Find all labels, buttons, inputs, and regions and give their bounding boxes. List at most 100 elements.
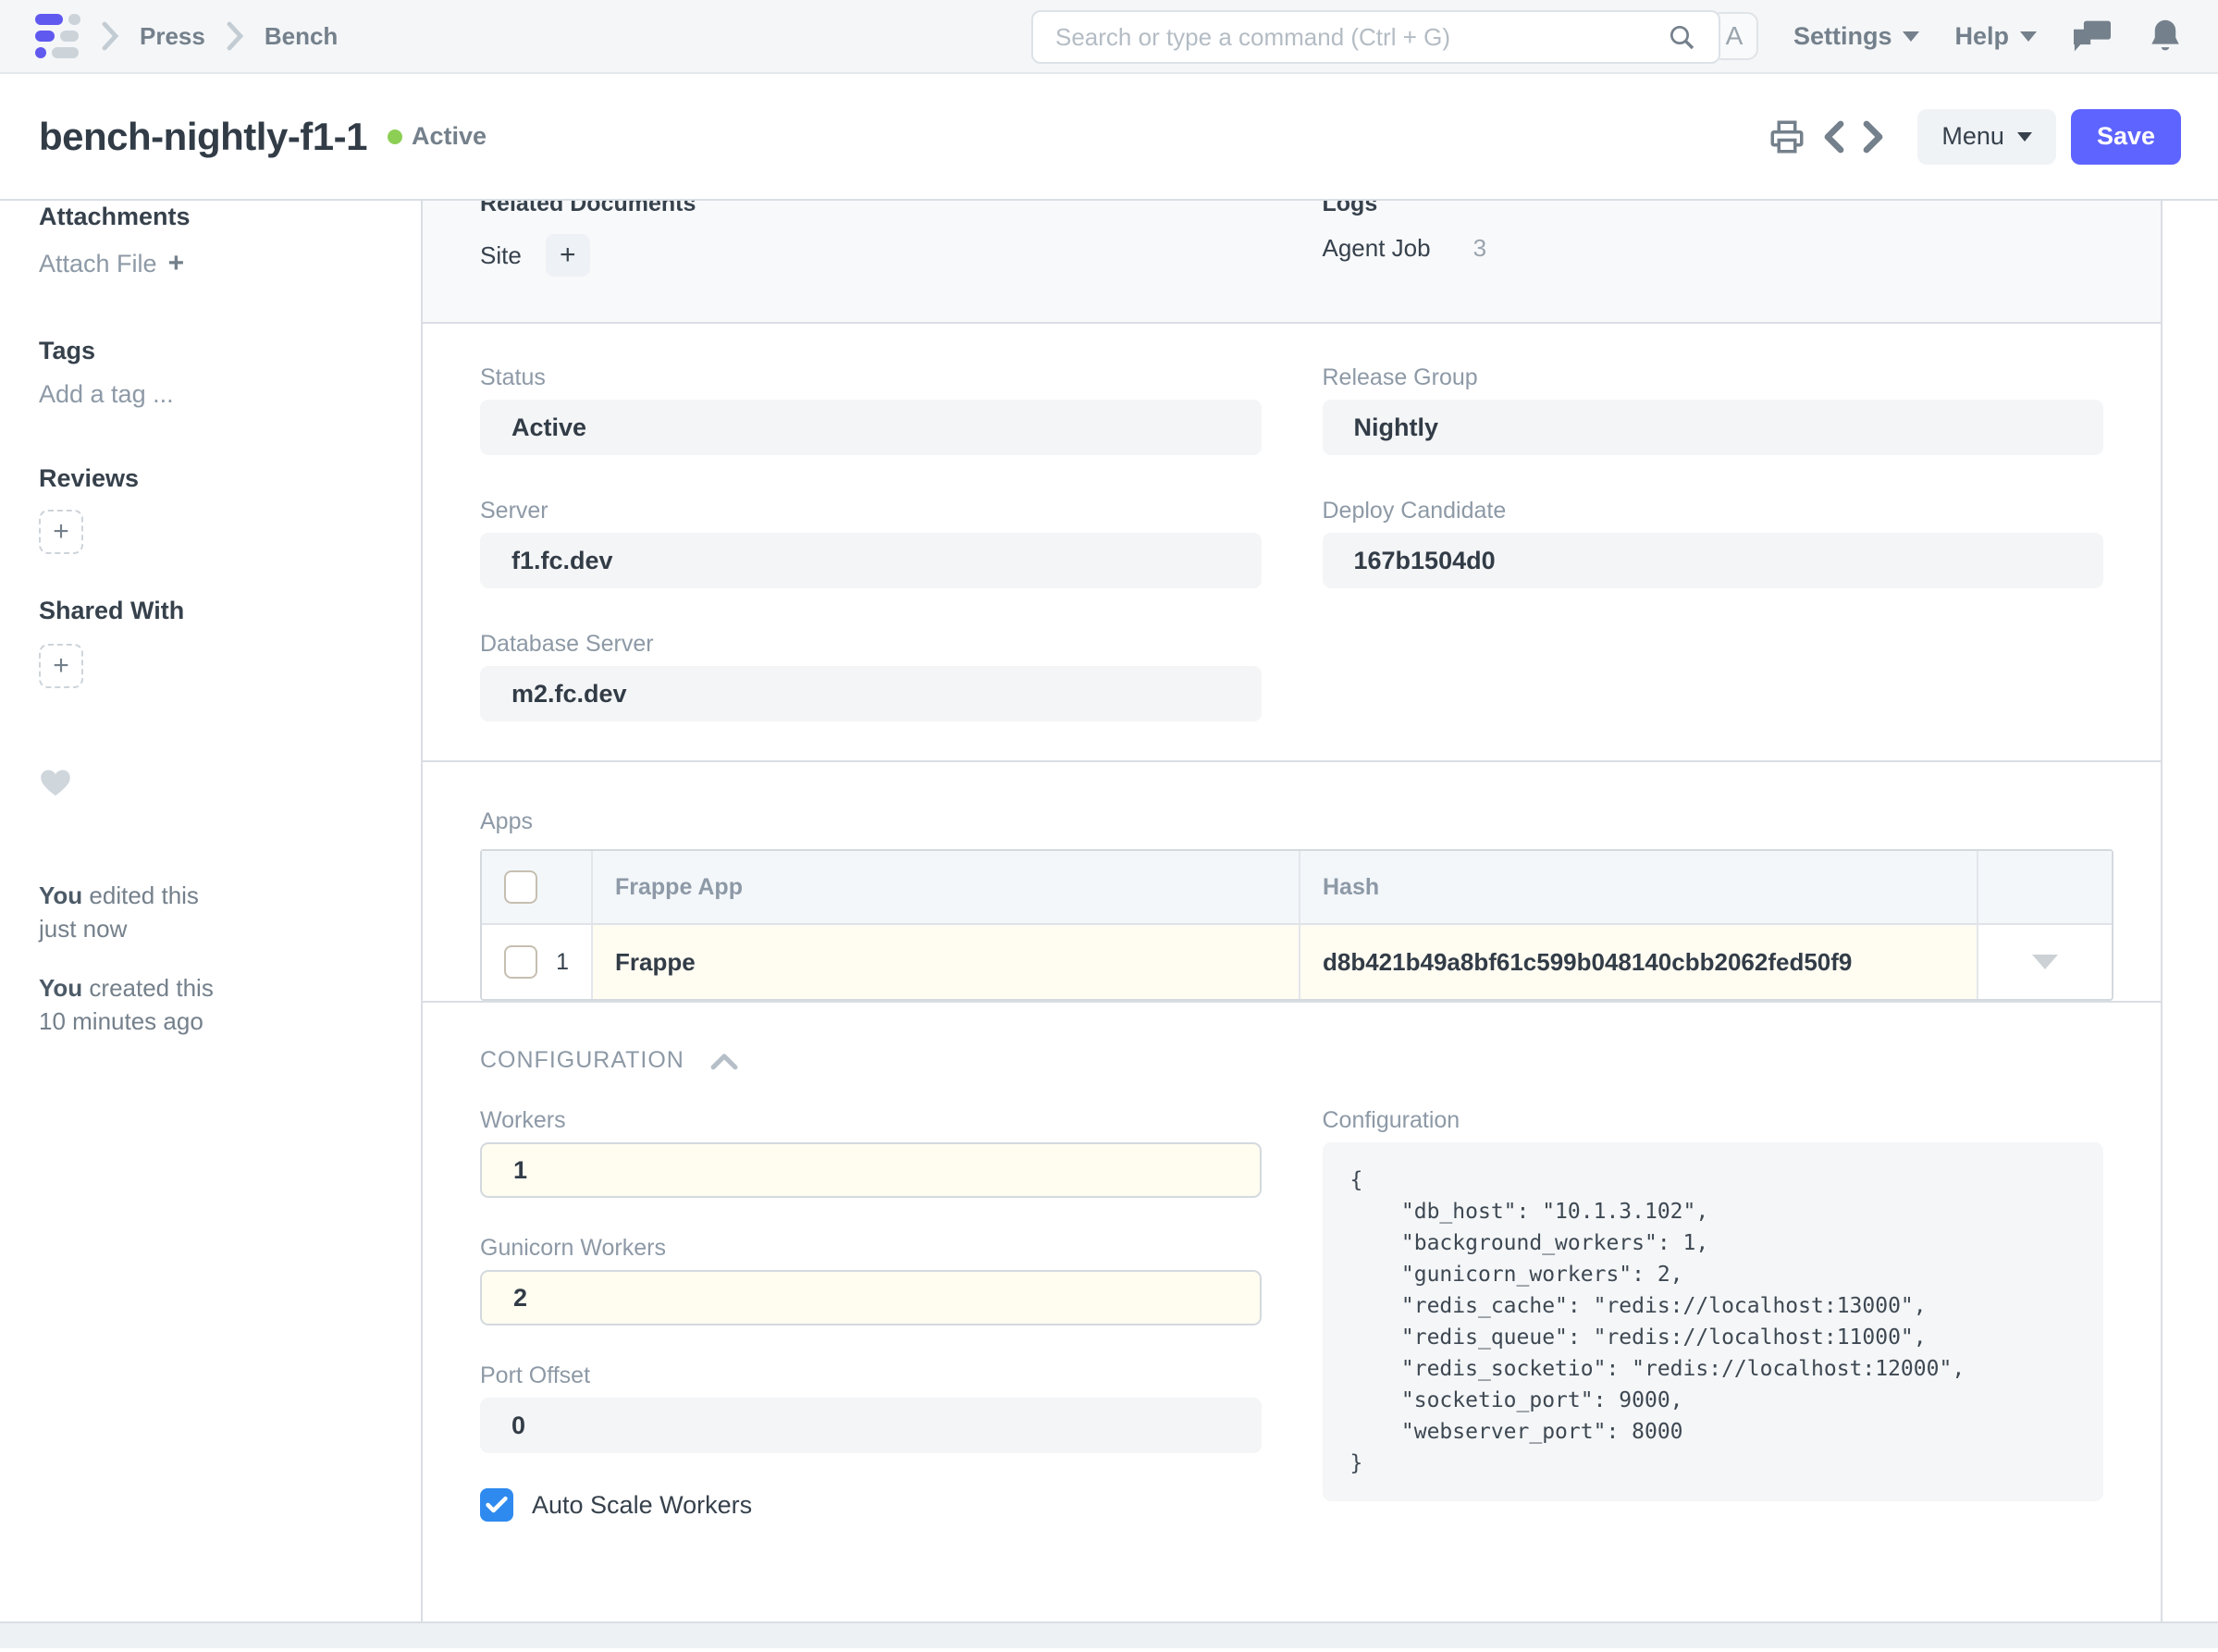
- row-index: 1: [556, 949, 569, 976]
- auto-scale-workers-label: Auto Scale Workers: [532, 1491, 752, 1520]
- reviews-title: Reviews: [39, 464, 393, 493]
- agent-job-count: 3: [1473, 234, 1486, 263]
- server-field: Server f1.fc.dev: [480, 498, 1262, 588]
- settings-menu[interactable]: Settings: [1793, 22, 1920, 51]
- deploy-candidate-field: Deploy Candidate 167b1504d0: [1323, 498, 2104, 588]
- global-search-input[interactable]: Search or type a command (Ctrl + G): [1031, 10, 1720, 64]
- like-button[interactable]: [39, 768, 72, 797]
- apps-table-header: Frappe App Hash: [482, 851, 2112, 925]
- document-sidebar: Attachments Attach File + Tags Add a tag…: [0, 201, 421, 1621]
- configuration-section-toggle[interactable]: CONFIGURATION: [480, 1047, 2103, 1074]
- frappe-app-cell[interactable]: Frappe: [593, 925, 1300, 999]
- related-documents-title: Related Documents: [480, 201, 1262, 217]
- edited-who: You: [39, 881, 82, 909]
- release-group-field-label: Release Group: [1323, 364, 2104, 390]
- logo-bar: [68, 14, 80, 25]
- status-dot-icon: [388, 129, 402, 144]
- add-share-button[interactable]: +: [39, 644, 83, 688]
- gunicorn-workers-input[interactable]: 2: [480, 1270, 1262, 1325]
- logo-bar: [35, 14, 63, 25]
- status-field: Status Active: [480, 364, 1262, 455]
- plus-icon: +: [560, 240, 576, 271]
- logs-title: Logs: [1323, 201, 2104, 217]
- row-expand-cell: [1978, 925, 2112, 999]
- auto-scale-workers-checkbox[interactable]: [480, 1488, 513, 1522]
- chevron-down-icon: [2017, 132, 2032, 142]
- search-placeholder: Search or type a command (Ctrl + G): [1055, 23, 1667, 52]
- frappe-app-column-header: Frappe App: [593, 851, 1300, 923]
- attach-file-label: Attach File: [39, 250, 157, 278]
- app-logo[interactable]: [35, 14, 80, 58]
- save-button[interactable]: Save: [2071, 109, 2181, 165]
- details-section: Status Active Server f1.fc.dev Database …: [423, 324, 2161, 762]
- page-bottom-strip: [0, 1623, 2218, 1648]
- print-button[interactable]: [1768, 117, 1806, 156]
- right-gutter: [2163, 201, 2218, 1621]
- apps-section: Apps Frappe App Hash 1 Frappe d8b: [423, 762, 2161, 1003]
- row-checkbox[interactable]: [504, 945, 537, 979]
- checkmark-icon: [486, 1496, 508, 1514]
- attach-file-link[interactable]: Attach File +: [39, 248, 184, 279]
- header-checkbox-cell: [482, 851, 593, 923]
- chevron-left-icon: [1819, 118, 1847, 155]
- agent-job-link[interactable]: Agent Job: [1323, 234, 1431, 263]
- menu-button-label: Menu: [1941, 122, 2004, 151]
- plus-icon: +: [168, 248, 185, 279]
- top-navbar: Press Bench Search or type a command (Ct…: [0, 0, 2218, 74]
- chevron-up-icon: [709, 1050, 740, 1072]
- deploy-candidate-field-label: Deploy Candidate: [1323, 498, 2104, 524]
- workers-input[interactable]: 1: [480, 1142, 1262, 1198]
- configuration-json-value: { "db_host": "10.1.3.102", "background_w…: [1323, 1142, 2104, 1501]
- server-field-label: Server: [480, 498, 1262, 524]
- breadcrumb-chevron-icon: [224, 20, 246, 52]
- plus-icon: +: [53, 516, 69, 548]
- gunicorn-workers-field: Gunicorn Workers 2: [480, 1235, 1262, 1325]
- plus-icon: +: [53, 650, 69, 682]
- hash-cell[interactable]: d8b421b49a8bf61c599b048140cbb2062fed50f9: [1300, 925, 1978, 999]
- menu-button[interactable]: Menu: [1917, 109, 2056, 165]
- created-action: created this: [82, 974, 214, 1002]
- edited-meta: You edited this just now: [39, 879, 393, 945]
- logo-bar: [35, 47, 46, 58]
- database-server-field-value: m2.fc.dev: [480, 666, 1262, 721]
- created-when: 10 minutes ago: [39, 1007, 203, 1035]
- logo-bar: [60, 31, 79, 42]
- help-menu[interactable]: Help: [1954, 22, 2037, 51]
- new-site-button[interactable]: +: [546, 234, 590, 277]
- server-field-value: f1.fc.dev: [480, 533, 1262, 588]
- attachments-title: Attachments: [39, 203, 393, 231]
- prev-document-button[interactable]: [1819, 118, 1847, 155]
- page-title: bench-nightly-f1-1: [39, 115, 367, 159]
- chevron-down-icon: [1903, 31, 1919, 42]
- apps-section-label: Apps: [480, 808, 2103, 834]
- apps-table: Frappe App Hash 1 Frappe d8b421b49a8bf61…: [480, 849, 2113, 1001]
- add-tag-input[interactable]: Add a tag ...: [39, 380, 174, 409]
- next-document-button[interactable]: [1860, 118, 1888, 155]
- created-who: You: [39, 974, 82, 1002]
- site-link-label: Site: [480, 241, 522, 270]
- configuration-section-title: CONFIGURATION: [480, 1047, 684, 1074]
- chat-button[interactable]: [2072, 18, 2113, 55]
- edited-when: just now: [39, 915, 127, 943]
- add-review-button[interactable]: +: [39, 510, 83, 554]
- breadcrumb-bench[interactable]: Bench: [265, 22, 338, 51]
- document-dashboard: Related Documents Site + Logs Agent Job …: [423, 201, 2161, 324]
- tags-title: Tags: [39, 337, 393, 365]
- notifications-button[interactable]: [2148, 17, 2183, 55]
- search-icon: [1667, 22, 1696, 52]
- chevron-right-icon: [1860, 118, 1888, 155]
- edited-action: edited this: [82, 881, 199, 909]
- workers-field-label: Workers: [480, 1107, 1262, 1133]
- breadcrumb-press[interactable]: Press: [140, 22, 205, 51]
- header-actions-cell: [1978, 851, 2112, 923]
- page-header: bench-nightly-f1-1 Active Menu Save: [0, 74, 2218, 201]
- configuration-section: CONFIGURATION Workers 1 Gunicorn Workers…: [423, 1003, 2161, 1522]
- release-group-field-value: Nightly: [1323, 400, 2104, 455]
- status-text: Active: [412, 122, 487, 151]
- chevron-down-icon: [2020, 31, 2037, 42]
- row-dropdown-icon[interactable]: [2032, 955, 2058, 969]
- created-meta: You created this 10 minutes ago: [39, 971, 393, 1038]
- deploy-candidate-field-value: 167b1504d0: [1323, 533, 2104, 588]
- select-all-checkbox[interactable]: [504, 870, 537, 904]
- port-offset-field-label: Port Offset: [480, 1362, 1262, 1388]
